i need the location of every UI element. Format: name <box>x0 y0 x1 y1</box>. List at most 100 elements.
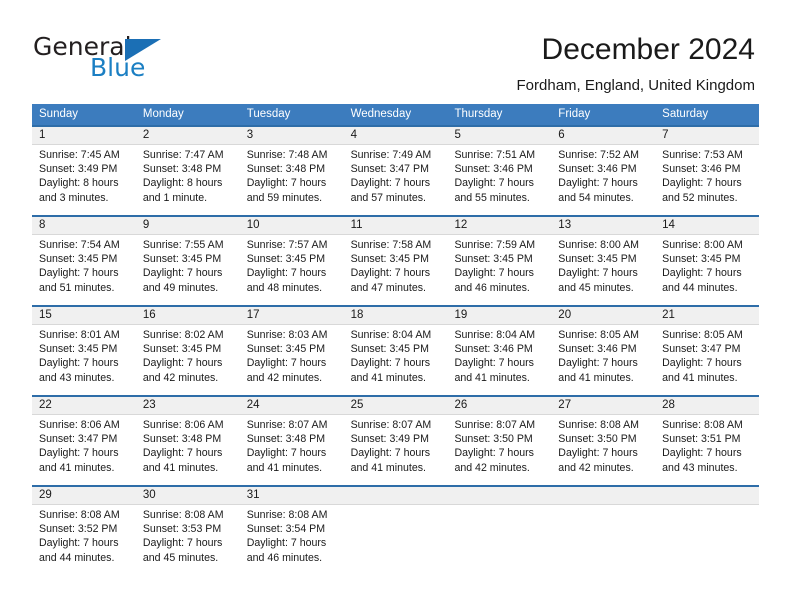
daylight-text-cont: and 41 minutes. <box>246 461 323 474</box>
calendar-day-cell[interactable]: 14 Sunrise: 8:00 AM Sunset: 3:45 PM Dayligh… <box>655 215 760 305</box>
daylight-text: Daylight: 7 hours <box>558 357 638 370</box>
day-of-week-wednesday: Wednesday <box>350 108 412 120</box>
daylight-text: Daylight: 7 hours <box>246 537 327 550</box>
daylight-text-cont: and 44 minutes. <box>662 281 738 294</box>
calendar-day-cell[interactable]: 9 Sunrise: 7:55 AM Sunset: 3:45 PM Daylight… <box>135 215 240 305</box>
day-details: Sunrise: 8:05 AM Sunset: 3:47 PM Daylight:… <box>655 325 759 395</box>
calendar-day-cell[interactable]: 5 Sunrise: 7:51 AM Sunset: 3:46 PM Daylight… <box>447 125 552 215</box>
date-number: 25 <box>350 399 364 411</box>
calendar-day-cell[interactable]: 13 Sunrise: 8:00 AM Sunset: 3:45 PM Dayligh… <box>551 215 656 305</box>
calendar-week-row: 22 Sunrise: 8:06 AM Sunset: 3:47 PM Dayligh… <box>32 395 760 485</box>
daylight-text: Daylight: 7 hours <box>662 267 742 280</box>
daylight-text: Daylight: 7 hours <box>558 177 638 190</box>
date-band: 5 <box>447 127 552 145</box>
day-details: Sunrise: 8:08 AM Sunset: 3:53 PM Daylight:… <box>136 505 240 575</box>
calendar-day-cell[interactable]: 7 Sunrise: 7:53 AM Sunset: 3:46 PM Daylight… <box>655 125 760 215</box>
daylight-text: Daylight: 7 hours <box>662 357 742 370</box>
sunset-text: Sunset: 3:45 PM <box>454 253 533 266</box>
calendar-day-cell[interactable]: 29 Sunrise: 8:08 AM Sunset: 3:52 PM Dayligh… <box>32 485 136 575</box>
daylight-text-cont: and 42 minutes. <box>246 371 323 384</box>
date-number: 30 <box>142 489 156 501</box>
sunset-text: Sunset: 3:52 PM <box>39 523 118 536</box>
sunset-text: Sunset: 3:45 PM <box>142 343 222 356</box>
daylight-text-cont: and 41 minutes. <box>662 371 738 384</box>
calendar-day-cell[interactable]: 18 Sunrise: 8:04 AM Sunset: 3:45 PM Dayligh… <box>343 305 448 395</box>
calendar-day-cell[interactable]: 30 Sunrise: 8:08 AM Sunset: 3:53 PM Dayligh… <box>135 485 240 575</box>
sunset-text: Sunset: 3:46 PM <box>454 163 533 176</box>
day-of-week-monday: Monday <box>142 108 184 120</box>
calendar-day-cell[interactable]: 8 Sunrise: 7:54 AM Sunset: 3:45 PM Daylight… <box>32 215 136 305</box>
daylight-text-cont: and 46 minutes. <box>246 551 323 564</box>
calendar-day-cell[interactable]: 24 Sunrise: 8:07 AM Sunset: 3:48 PM Dayligh… <box>239 395 344 485</box>
sunset-text: Sunset: 3:45 PM <box>39 343 118 356</box>
sunset-text: Sunset: 3:45 PM <box>142 253 222 266</box>
calendar-day-cell[interactable]: 25 Sunrise: 8:07 AM Sunset: 3:49 PM Dayligh… <box>343 395 448 485</box>
calendar-day-cell[interactable]: 4 Sunrise: 7:49 AM Sunset: 3:47 PM Daylight… <box>343 125 448 215</box>
date-band: 13 <box>551 217 656 235</box>
calendar-day-cell[interactable]: 11 Sunrise: 7:58 AM Sunset: 3:45 PM Dayligh… <box>343 215 448 305</box>
calendar-day-cell[interactable]: 16 Sunrise: 8:02 AM Sunset: 3:45 PM Dayligh… <box>135 305 240 395</box>
sunrise-text: Sunrise: 8:08 AM <box>39 509 120 521</box>
calendar-empty-cell <box>551 485 656 575</box>
day-of-week-sunday: Sunday <box>39 108 79 120</box>
calendar-day-cell[interactable]: 3 Sunrise: 7:48 AM Sunset: 3:48 PM Daylight… <box>239 125 344 215</box>
calendar-week-row: 1 Sunrise: 7:45 AM Sunset: 3:49 PM Daylight… <box>32 125 760 215</box>
daylight-text-cont: and 42 minutes. <box>454 461 530 474</box>
calendar-day-cell[interactable]: 10 Sunrise: 7:57 AM Sunset: 3:45 PM Dayligh… <box>239 215 344 305</box>
calendar-day-cell[interactable]: 12 Sunrise: 7:59 AM Sunset: 3:45 PM Dayligh… <box>447 215 552 305</box>
date-number: 3 <box>246 129 254 141</box>
daylight-text-cont: and 41 minutes. <box>454 371 530 384</box>
sunset-text: Sunset: 3:46 PM <box>662 163 741 176</box>
sunset-text: Sunset: 3:49 PM <box>39 163 118 176</box>
date-number: 14 <box>662 219 675 231</box>
calendar-day-cell[interactable]: 27 Sunrise: 8:08 AM Sunset: 3:50 PM Dayligh… <box>551 395 656 485</box>
sunrise-text: Sunrise: 8:07 AM <box>350 419 432 431</box>
day-details: Sunrise: 7:45 AM Sunset: 3:49 PM Daylight:… <box>32 145 136 215</box>
calendar-week-row: 29 Sunrise: 8:08 AM Sunset: 3:52 PM Dayligh… <box>32 485 760 575</box>
sunrise-text: Sunrise: 8:02 AM <box>142 329 224 341</box>
date-number: 24 <box>246 399 260 411</box>
date-band: 27 <box>551 397 656 415</box>
daylight-text-cont: and 41 minutes. <box>350 461 426 474</box>
daylight-text-cont: and 52 minutes. <box>662 191 738 204</box>
date-number: 20 <box>558 309 572 321</box>
calendar-day-cell[interactable]: 2 Sunrise: 7:47 AM Sunset: 3:48 PM Daylight… <box>135 125 240 215</box>
calendar-day-cell[interactable]: 26 Sunrise: 8:07 AM Sunset: 3:50 PM Dayligh… <box>447 395 552 485</box>
date-number: 31 <box>246 489 260 501</box>
date-band: 2 <box>135 127 240 145</box>
daylight-text-cont: and 57 minutes. <box>350 191 426 204</box>
calendar-day-cell[interactable]: 1 Sunrise: 7:45 AM Sunset: 3:49 PM Daylight… <box>32 125 136 215</box>
daylight-text: Daylight: 8 hours <box>142 177 223 190</box>
calendar-day-cell[interactable]: 20 Sunrise: 8:05 AM Sunset: 3:46 PM Dayligh… <box>551 305 656 395</box>
date-band: 18 <box>343 307 448 325</box>
calendar-day-cell[interactable]: 21 Sunrise: 8:05 AM Sunset: 3:47 PM Dayligh… <box>655 305 760 395</box>
calendar-day-cell[interactable]: 6 Sunrise: 7:52 AM Sunset: 3:46 PM Daylight… <box>551 125 656 215</box>
sunset-text: Sunset: 3:49 PM <box>350 433 429 446</box>
date-number: 8 <box>39 219 46 231</box>
calendar-day-cell[interactable]: 23 Sunrise: 8:06 AM Sunset: 3:48 PM Dayligh… <box>135 395 240 485</box>
daylight-text-cont: and 41 minutes. <box>39 461 115 474</box>
sunrise-text: Sunrise: 8:03 AM <box>246 329 328 341</box>
calendar-day-cell[interactable]: 22 Sunrise: 8:06 AM Sunset: 3:47 PM Dayligh… <box>32 395 136 485</box>
date-band: 20 <box>551 307 656 325</box>
sunset-text: Sunset: 3:45 PM <box>558 253 637 266</box>
calendar-day-cell[interactable]: 15 Sunrise: 8:01 AM Sunset: 3:45 PM Dayligh… <box>32 305 136 395</box>
date-band: 23 <box>135 397 240 415</box>
calendar-day-cell[interactable]: 31 Sunrise: 8:08 AM Sunset: 3:54 PM Dayligh… <box>239 485 344 575</box>
calendar-weeks: 1 Sunrise: 7:45 AM Sunset: 3:49 PM Daylight… <box>32 125 760 575</box>
day-details: Sunrise: 8:07 AM Sunset: 3:49 PM Daylight:… <box>344 415 448 485</box>
sunset-text: Sunset: 3:54 PM <box>246 523 326 536</box>
calendar-day-cell[interactable]: 28 Sunrise: 8:08 AM Sunset: 3:51 PM Dayligh… <box>655 395 760 485</box>
date-band: 7 <box>655 127 760 145</box>
sunrise-text: Sunrise: 8:08 AM <box>662 419 743 431</box>
day-details: Sunrise: 8:04 AM Sunset: 3:46 PM Daylight:… <box>447 325 551 395</box>
sunset-text: Sunset: 3:51 PM <box>662 433 741 446</box>
calendar-day-cell[interactable]: 17 Sunrise: 8:03 AM Sunset: 3:45 PM Dayligh… <box>239 305 344 395</box>
sunrise-text: Sunrise: 7:47 AM <box>142 149 224 161</box>
sunset-text: Sunset: 3:48 PM <box>142 433 222 446</box>
calendar-day-cell[interactable]: 19 Sunrise: 8:04 AM Sunset: 3:46 PM Dayligh… <box>447 305 552 395</box>
daylight-text: Daylight: 7 hours <box>246 447 327 460</box>
day-details: Sunrise: 8:08 AM Sunset: 3:54 PM Daylight:… <box>240 505 344 575</box>
day-details: Sunrise: 8:08 AM Sunset: 3:52 PM Daylight:… <box>32 505 136 575</box>
daylight-text: Daylight: 7 hours <box>142 537 223 550</box>
